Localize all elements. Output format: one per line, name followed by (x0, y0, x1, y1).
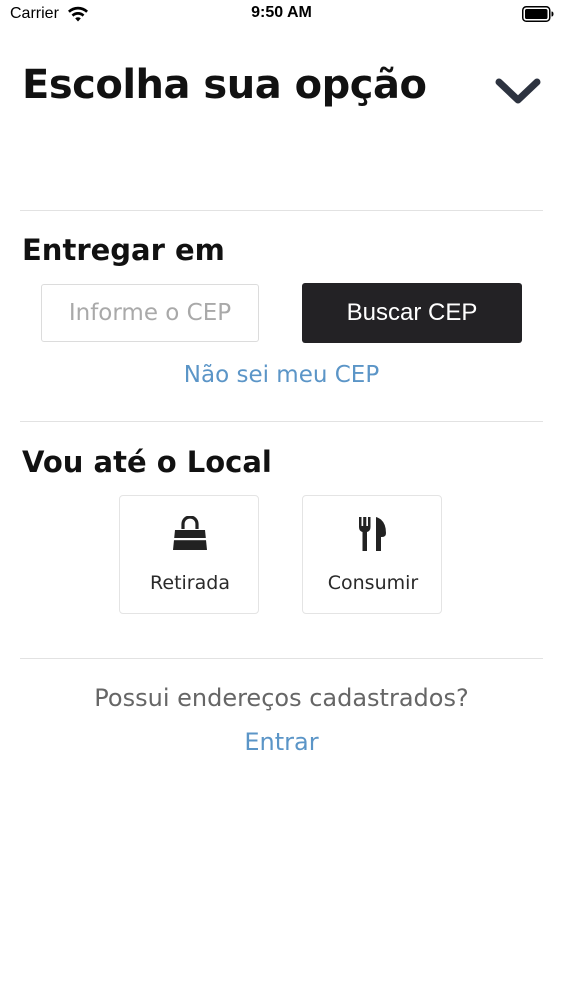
dont-know-cep-link[interactable]: Não sei meu CEP (0, 362, 563, 388)
cep-input[interactable] (41, 284, 259, 342)
screen: Carrier 9:50 AM Escolha sua opção Entreg… (0, 0, 563, 1000)
divider (20, 210, 543, 211)
eat-in-option-card[interactable]: Consumir (302, 495, 442, 614)
chevron-down-icon (495, 78, 541, 104)
shopping-bag-icon (173, 516, 207, 550)
collapse-button[interactable] (492, 70, 544, 112)
delivery-section-title: Entregar em (22, 233, 225, 267)
battery-icon (522, 6, 554, 22)
status-bar: Carrier 9:50 AM (0, 0, 563, 30)
local-section-title: Vou até o Local (22, 445, 272, 479)
eat-in-option-label: Consumir (327, 572, 419, 594)
clock: 9:50 AM (251, 4, 312, 21)
registered-addresses-question: Possui endereços cadastrados? (94, 684, 469, 712)
page-title: Escolha sua opção (22, 62, 427, 108)
pickup-option-card[interactable]: Retirada (119, 495, 259, 614)
search-cep-button[interactable]: Buscar CEP (302, 283, 522, 343)
pickup-option-label: Retirada (150, 572, 230, 594)
divider (20, 421, 543, 422)
login-link[interactable]: Entrar (0, 728, 563, 756)
fork-knife-icon (359, 517, 386, 551)
divider (20, 658, 543, 659)
